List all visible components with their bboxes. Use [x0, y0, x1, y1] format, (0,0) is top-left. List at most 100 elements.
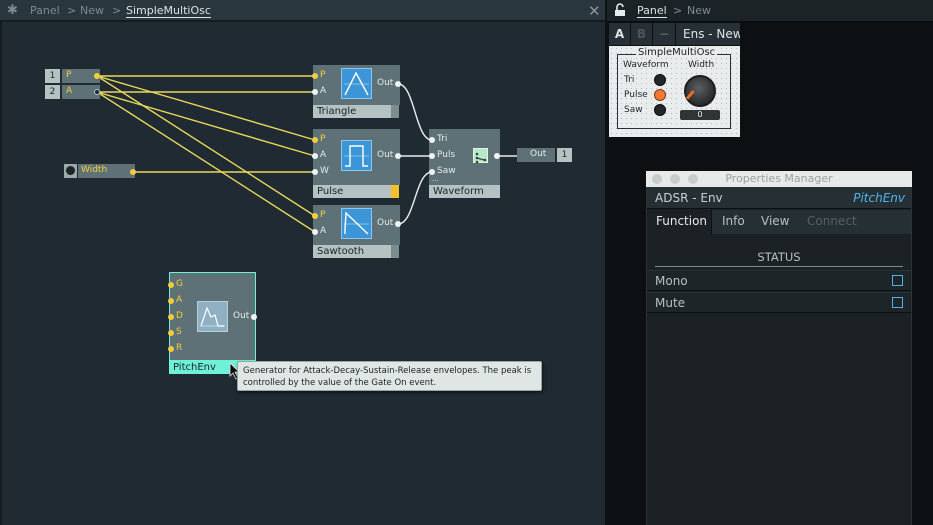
output-port[interactable]	[130, 169, 136, 175]
input-port[interactable]	[168, 346, 174, 352]
output-index: 1	[557, 148, 572, 162]
width-label: Width	[688, 60, 715, 70]
waveform-label: Waveform	[623, 60, 669, 70]
option-label: Saw	[624, 105, 643, 115]
port-label: G	[176, 279, 183, 289]
mute-label: Mute	[655, 296, 686, 310]
out-label: Out	[377, 150, 394, 160]
pm-module-type: ADSR - Env	[655, 191, 723, 205]
module-label: Waveform	[429, 185, 500, 198]
width-knob-module[interactable]: Width	[78, 164, 135, 178]
port-label: S	[176, 327, 182, 337]
audio-out-module[interactable]: Out	[517, 148, 555, 162]
out-label: Out	[377, 78, 394, 88]
module-label: Sawtooth	[313, 245, 391, 258]
envelope-icon	[197, 301, 228, 332]
switch-icon	[473, 148, 488, 164]
module-label: Pulse	[313, 185, 391, 198]
tab-function[interactable]: Function	[656, 214, 707, 228]
tri-radio-button[interactable]	[654, 74, 666, 86]
port-label: Puls	[437, 150, 456, 160]
sawtooth-wave-icon	[341, 208, 372, 239]
knob-label: Width	[81, 165, 108, 175]
pulse-radio-button[interactable]	[654, 89, 666, 101]
input-port[interactable]	[312, 73, 318, 79]
input-index: 1	[45, 69, 60, 83]
status-divider	[655, 266, 903, 267]
output-port[interactable]	[395, 153, 401, 159]
out-label: Out	[233, 311, 250, 321]
knob-icon	[66, 166, 75, 175]
mute-checkbox[interactable]	[892, 297, 903, 308]
port-label: W	[320, 166, 329, 176]
mode-stepper[interactable]	[391, 185, 399, 198]
panel-breadcrumb-panel[interactable]: Panel	[637, 4, 667, 18]
port-label: Tri	[437, 134, 448, 144]
unlock-icon[interactable]	[614, 3, 626, 17]
input-port[interactable]	[312, 213, 318, 219]
port-label: A	[320, 86, 327, 96]
wire	[96, 91, 316, 233]
width-value: 0	[680, 110, 720, 120]
ensemble-title: SimpleMultiOsc	[636, 47, 718, 58]
port-label: A	[320, 226, 327, 236]
more-ports: ...	[432, 175, 439, 183]
saw-radio-button[interactable]	[654, 104, 666, 116]
port-label: P	[320, 134, 326, 144]
input-index: 2	[45, 85, 60, 99]
input-port[interactable]	[312, 169, 318, 175]
port-label: A	[176, 295, 183, 305]
mode-stepper[interactable]	[391, 245, 399, 258]
output-port[interactable]	[94, 89, 100, 95]
panel-b-button[interactable]: B	[631, 23, 652, 45]
triangle-wave-icon	[341, 68, 372, 99]
input-port[interactable]	[168, 298, 174, 304]
wire	[96, 75, 316, 141]
knob-indicator	[685, 90, 695, 100]
width-knob[interactable]	[684, 75, 716, 107]
port-label: R	[176, 343, 183, 353]
tooltip-line: controlled by the value of the Gate On e…	[243, 378, 437, 388]
tab-connect[interactable]: Connect	[807, 214, 857, 228]
panel-minus-button[interactable]: −	[653, 23, 675, 45]
input-label: P	[66, 70, 72, 80]
pm-title: Properties Manager	[725, 172, 833, 185]
port-label: P	[320, 210, 326, 220]
mono-checkbox[interactable]	[892, 275, 903, 286]
input-port[interactable]	[429, 153, 435, 159]
mode-stepper[interactable]	[391, 105, 399, 118]
port-label: A	[320, 150, 327, 160]
status-section-title: STATUS	[757, 250, 801, 264]
output-port[interactable]	[94, 73, 100, 79]
tooltip: Generator for Attack-Decay-Sustain-Relea…	[237, 361, 542, 391]
input-port[interactable]	[429, 137, 435, 143]
mono-label: Mono	[655, 274, 688, 288]
tab-view[interactable]: View	[761, 214, 789, 228]
panel-a-button[interactable]: A	[609, 23, 630, 45]
input-port[interactable]	[312, 137, 318, 143]
output-port[interactable]	[251, 314, 257, 320]
tooltip-line: Generator for Attack-Decay-Sustain-Relea…	[243, 366, 532, 376]
input-port[interactable]	[312, 153, 318, 159]
input-port[interactable]	[168, 330, 174, 336]
port-label: Saw	[437, 166, 456, 176]
tab-info[interactable]: Info	[722, 214, 745, 228]
output-port[interactable]	[395, 221, 401, 227]
ensemble-tab[interactable]: Ens - New	[676, 23, 740, 45]
wire	[397, 83, 433, 141]
input-port[interactable]	[312, 229, 318, 235]
output-port[interactable]	[395, 81, 401, 87]
port-label: P	[320, 70, 326, 80]
input-port[interactable]	[312, 89, 318, 95]
knob-icon-box	[64, 164, 77, 178]
input-port[interactable]	[168, 282, 174, 288]
pm-module-name: PitchEnv	[853, 191, 905, 205]
panel-breadcrumb-new[interactable]: New	[687, 4, 711, 17]
editor-border	[605, 0, 607, 525]
pulse-wave-icon	[341, 140, 372, 171]
output-port[interactable]	[494, 153, 500, 159]
option-label: Pulse	[624, 90, 648, 100]
wire	[397, 171, 433, 225]
input-port[interactable]	[168, 314, 174, 320]
option-label: Tri	[624, 75, 635, 85]
